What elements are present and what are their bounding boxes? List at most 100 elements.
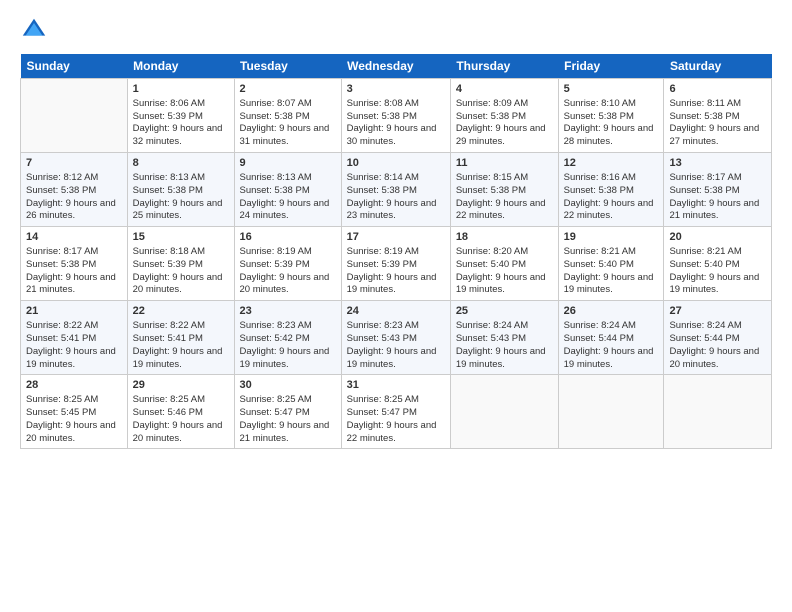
day-number: 21: [26, 304, 122, 319]
day-number: 19: [564, 230, 659, 245]
daylight-text: Daylight: 9 hours and 19 minutes.: [133, 346, 223, 370]
calendar-cell: 15Sunrise: 8:18 AMSunset: 5:39 PMDayligh…: [127, 227, 234, 301]
day-number: 28: [26, 378, 122, 393]
sunrise-text: Sunrise: 8:24 AM: [669, 320, 741, 331]
calendar-week-1: 1Sunrise: 8:06 AMSunset: 5:39 PMDaylight…: [21, 79, 772, 153]
sunrise-text: Sunrise: 8:23 AM: [347, 320, 419, 331]
daylight-text: Daylight: 9 hours and 28 minutes.: [564, 123, 654, 147]
day-number: 11: [456, 156, 553, 171]
daylight-text: Daylight: 9 hours and 21 minutes.: [669, 198, 759, 222]
sunrise-text: Sunrise: 8:23 AM: [240, 320, 312, 331]
weekday-header-sunday: Sunday: [21, 54, 128, 79]
day-number: 1: [133, 82, 229, 97]
day-number: 24: [347, 304, 445, 319]
sunset-text: Sunset: 5:38 PM: [669, 111, 739, 122]
sunset-text: Sunset: 5:47 PM: [240, 407, 310, 418]
calendar-cell: 19Sunrise: 8:21 AMSunset: 5:40 PMDayligh…: [558, 227, 664, 301]
daylight-text: Daylight: 9 hours and 19 minutes.: [26, 346, 116, 370]
sunset-text: Sunset: 5:46 PM: [133, 407, 203, 418]
calendar-cell: 8Sunrise: 8:13 AMSunset: 5:38 PMDaylight…: [127, 153, 234, 227]
daylight-text: Daylight: 9 hours and 30 minutes.: [347, 123, 437, 147]
day-number: 18: [456, 230, 553, 245]
calendar-cell: 18Sunrise: 8:20 AMSunset: 5:40 PMDayligh…: [450, 227, 558, 301]
day-number: 25: [456, 304, 553, 319]
logo-icon: [20, 16, 48, 44]
sunrise-text: Sunrise: 8:25 AM: [133, 394, 205, 405]
sunrise-text: Sunrise: 8:13 AM: [240, 172, 312, 183]
page-container: SundayMondayTuesdayWednesdayThursdayFrid…: [0, 0, 792, 459]
calendar-cell: 28Sunrise: 8:25 AMSunset: 5:45 PMDayligh…: [21, 375, 128, 449]
daylight-text: Daylight: 9 hours and 20 minutes.: [669, 346, 759, 370]
sunset-text: Sunset: 5:38 PM: [669, 185, 739, 196]
daylight-text: Daylight: 9 hours and 32 minutes.: [133, 123, 223, 147]
sunrise-text: Sunrise: 8:15 AM: [456, 172, 528, 183]
day-number: 8: [133, 156, 229, 171]
daylight-text: Daylight: 9 hours and 20 minutes.: [133, 272, 223, 296]
calendar-cell: 3Sunrise: 8:08 AM Sunset: 5:38 PMDaylight…: [341, 79, 450, 153]
daylight-text: Daylight: 9 hours and 19 minutes.: [564, 346, 654, 370]
calendar-cell: 23Sunrise: 8:23 AMSunset: 5:42 PMDayligh…: [234, 301, 341, 375]
calendar-week-5: 28 Sunrise: 8:25 AM Sunset: 5:45 PM Dayligh…: [21, 375, 772, 449]
sunset-text: Sunset: 5:38 PM: [26, 259, 96, 270]
day-number: 5: [564, 82, 659, 97]
calendar-cell: 21Sunrise: 8:22 AMSunset: 5:41 PMDayligh…: [21, 301, 128, 375]
day-number: 29: [133, 378, 229, 393]
sunrise-text: Sunrise: 8:19 AM: [240, 246, 312, 257]
sunrise-text: Sunrise: 8:16 AM: [564, 172, 636, 183]
sunset-text: Sunset: 5:42 PM: [240, 333, 310, 344]
daylight-text: Daylight: 9 hours and 22 minutes.: [347, 420, 437, 444]
sunset-text: Sunset: 5:45 PM: [26, 407, 96, 418]
calendar-cell: 13Sunrise: 8:17 AMSunset: 5:38 PMDayligh…: [664, 153, 772, 227]
sunrise-text: Sunrise: 8:07 AM: [240, 98, 312, 109]
calendar-cell: 11Sunrise: 8:15 AM Sunset: 5:38 PM Dayligh…: [450, 153, 558, 227]
calendar-cell: 24Sunrise: 8:23 AMSunset: 5:43 PMDayligh…: [341, 301, 450, 375]
day-number: 26: [564, 304, 659, 319]
daylight-text: Daylight: 9 hours and 22 minutes.: [456, 198, 546, 222]
calendar-cell: [558, 375, 664, 449]
sunrise-text: Sunrise: 8:22 AM: [26, 320, 98, 331]
sunrise-text: Sunrise: 8:19 AM: [347, 246, 419, 257]
day-number: 2: [240, 82, 336, 97]
day-number: 15: [133, 230, 229, 245]
sunset-text: Sunset: 5:40 PM: [456, 259, 526, 270]
calendar-cell: 27Sunrise: 8:24 AMSunset: 5:44 PMDayligh…: [664, 301, 772, 375]
daylight-text: Daylight: 9 hours and 19 minutes.: [347, 346, 437, 370]
calendar-cell: [21, 79, 128, 153]
sunset-text: Sunset: 5:38 PM: [564, 185, 634, 196]
sunrise-text: Sunrise: 8:14 AM: [347, 172, 419, 183]
calendar-cell: 6Sunrise: 8:11 AMSunset: 5:38 PMDaylight…: [664, 79, 772, 153]
calendar-cell: [450, 375, 558, 449]
calendar-week-3: 14Sunrise: 8:17 AMSunset: 5:38 PMDayligh…: [21, 227, 772, 301]
sunset-text: Sunset: 5:38 PM: [26, 185, 96, 196]
sunset-text: Sunset: 5:38 PM: [456, 185, 526, 196]
sunrise-text: Sunrise: 8:08 AM: [347, 98, 419, 109]
day-number: 3: [347, 82, 445, 97]
sunrise-text: Sunrise: 8:12 AM: [26, 172, 98, 183]
calendar-cell: 10Sunrise: 8:14 AMSunset: 5:38 PMDayligh…: [341, 153, 450, 227]
calendar-cell: 26Sunrise: 8:24 AMSunset: 5:44 PMDayligh…: [558, 301, 664, 375]
daylight-text: Daylight: 9 hours and 19 minutes.: [240, 346, 330, 370]
weekday-header-monday: Monday: [127, 54, 234, 79]
header: [20, 16, 772, 44]
calendar-cell: 7Sunrise: 8:12 AMSunset: 5:38 PMDaylight…: [21, 153, 128, 227]
day-number: 30: [240, 378, 336, 393]
daylight-text: Daylight: 9 hours and 24 minutes.: [240, 198, 330, 222]
calendar-cell: 22Sunrise: 8:22 AMSunset: 5:41 PMDayligh…: [127, 301, 234, 375]
sunrise-text: Sunrise: 8:17 AM: [26, 246, 98, 257]
sunset-text: Sunset: 5:38 PM: [347, 185, 417, 196]
daylight-text: Daylight: 9 hours and 19 minutes.: [564, 272, 654, 296]
sunrise-text: Sunrise: 8:10 AM: [564, 98, 636, 109]
sunset-text: Sunset: 5:44 PM: [669, 333, 739, 344]
day-number: 13: [669, 156, 766, 171]
day-number: 12: [564, 156, 659, 171]
calendar-table: SundayMondayTuesdayWednesdayThursdayFrid…: [20, 54, 772, 449]
sunrise-text: Sunrise: 8:24 AM: [564, 320, 636, 331]
sunset-text: Sunset: 5:43 PM: [456, 333, 526, 344]
day-number: 10: [347, 156, 445, 171]
sunset-text: Sunset: 5:39 PM: [240, 259, 310, 270]
sunrise-text: Sunrise: 8:21 AM: [669, 246, 741, 257]
calendar-cell: 31Sunrise: 8:25 AMSunset: 5:47 PMDayligh…: [341, 375, 450, 449]
sunset-text: Sunset: 5:38 PM: [347, 111, 417, 122]
sunrise-text: Sunrise: 8:20 AM: [456, 246, 528, 257]
daylight-text: Daylight: 9 hours and 25 minutes.: [133, 198, 223, 222]
